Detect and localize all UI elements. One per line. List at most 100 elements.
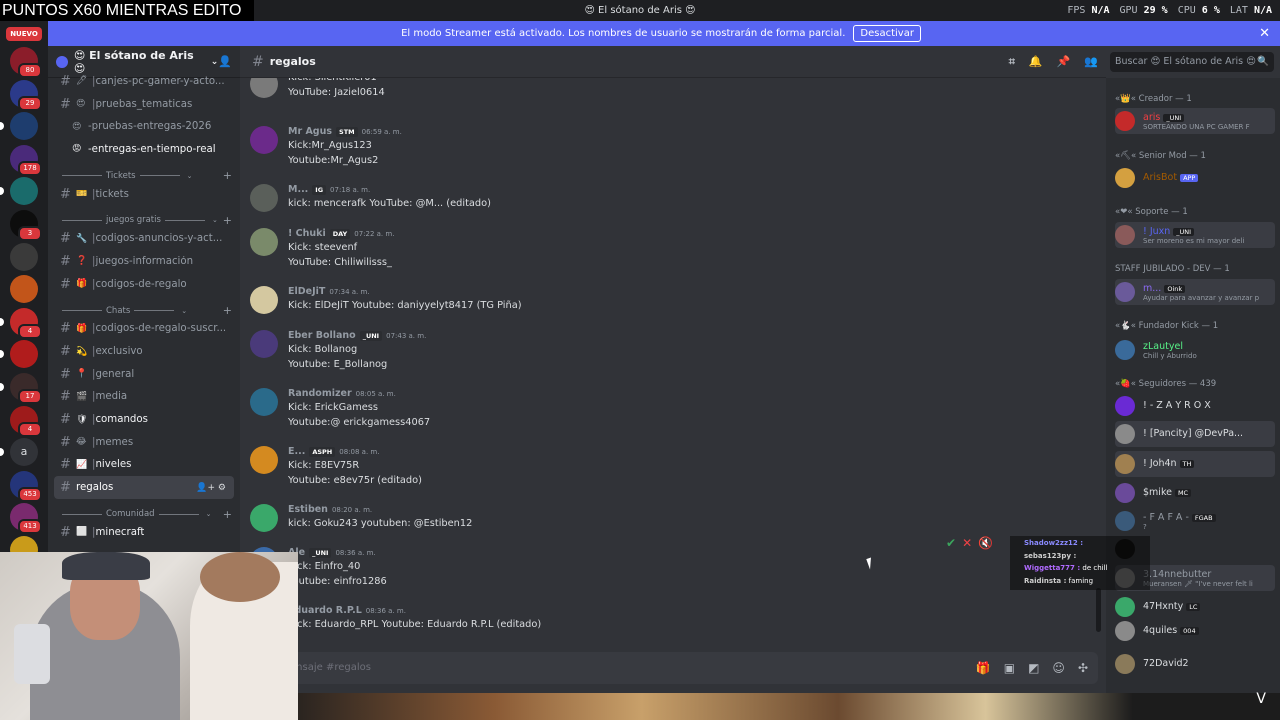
search-input[interactable]: Buscar 😍 El sótano de Aris 😍 🔍 bbox=[1110, 52, 1274, 72]
channel-juegos-informaci-n[interactable]: # ❓ | juegos-información bbox=[48, 250, 240, 273]
author-name[interactable]: Randomizer bbox=[288, 388, 352, 399]
server-icon[interactable]: 17 bbox=[0, 373, 42, 404]
avatar[interactable] bbox=[250, 78, 278, 98]
server-icon[interactable] bbox=[0, 340, 38, 369]
gift-icon[interactable]: 🎁 bbox=[976, 652, 991, 684]
add-channel-icon[interactable]: + bbox=[223, 214, 232, 227]
server-icon[interactable]: 178 bbox=[10, 144, 42, 176]
member-item[interactable]: zLautyel Chill y Aburrido bbox=[1115, 337, 1275, 363]
new-badge[interactable]: NUEVO bbox=[6, 27, 42, 41]
member-group-header: «🍓« Seguidores — 439 bbox=[1115, 379, 1217, 389]
category-chats[interactable]: Chats ⌄ + bbox=[48, 296, 240, 318]
author-name[interactable]: E... bbox=[288, 446, 305, 457]
emoji-icon[interactable]: ☺ bbox=[1052, 652, 1065, 684]
hash-icon: # bbox=[60, 412, 71, 428]
channel-minecraft[interactable]: # ⬜ | minecraft bbox=[48, 521, 240, 544]
deactivate-button[interactable]: Desactivar bbox=[853, 25, 921, 42]
member-item[interactable]: ! - Z A Y R O X bbox=[1115, 393, 1275, 419]
avatar[interactable] bbox=[250, 446, 278, 474]
server-icon[interactable]: 413 bbox=[10, 503, 42, 535]
channel-codigos-de-regalo[interactable]: # 🎁 | codigos-de-regalo bbox=[48, 273, 240, 296]
stream-chat-line: Shadow2zz12 : bbox=[1024, 539, 1146, 552]
avatar[interactable] bbox=[250, 330, 278, 358]
channel-settings-icon[interactable]: 👤+ ⚙ bbox=[196, 483, 226, 493]
channel-codigos-de-regalo-suscr[interactable]: # 🎁 | codigos-de-regalo-suscr... bbox=[48, 318, 240, 341]
author-name[interactable]: M... bbox=[288, 184, 308, 195]
scrollbar[interactable] bbox=[1096, 588, 1101, 632]
channel-tickets[interactable]: # 🎫 | tickets bbox=[48, 183, 240, 206]
server-icon[interactable] bbox=[10, 242, 38, 271]
avatar[interactable] bbox=[250, 184, 278, 212]
server-icon[interactable] bbox=[0, 177, 38, 206]
member-item[interactable]: 72David2 bbox=[1115, 651, 1275, 677]
add-channel-icon[interactable]: + bbox=[223, 508, 232, 521]
category-comunidad[interactable]: Comunidad ⌄ + bbox=[48, 499, 240, 521]
invite-icon[interactable]: 👤 bbox=[218, 55, 232, 68]
author-name[interactable]: ! Chuki bbox=[288, 228, 326, 239]
server-icon[interactable]: 4 bbox=[10, 405, 42, 437]
close-icon[interactable]: ✕ bbox=[1259, 26, 1270, 41]
server-icon[interactable]: 29 bbox=[10, 79, 42, 111]
channel-emoji-icon: 📈 bbox=[76, 459, 88, 470]
server-icon[interactable]: 3 bbox=[10, 210, 42, 241]
author-name[interactable]: Eduardo R.P.L bbox=[288, 605, 362, 616]
author-name[interactable]: Estiben bbox=[288, 504, 328, 515]
sticker-icon[interactable]: ◩ bbox=[1028, 652, 1039, 684]
avatar[interactable] bbox=[250, 228, 278, 256]
channel-regalos[interactable]: # regalos 👤+ ⚙ bbox=[54, 476, 234, 499]
server-icon[interactable]: a bbox=[0, 438, 38, 467]
member-item[interactable]: - F A F A - FGAB? bbox=[1115, 508, 1275, 534]
members-icon[interactable]: 👥 bbox=[1084, 55, 1098, 69]
member-item[interactable]: m... Oink Ayudar para avanzar y avanzar p bbox=[1115, 279, 1275, 305]
stream-chat-overlay: Shadow2zz12 : sebas123py : Wiggetta777 :… bbox=[1010, 536, 1150, 590]
channel-exclusivo[interactable]: # 💫 | exclusivo bbox=[48, 340, 240, 363]
avatar bbox=[1115, 597, 1135, 617]
author-name[interactable]: ElDeJiT bbox=[288, 286, 325, 297]
avatar[interactable] bbox=[250, 388, 278, 416]
member-item[interactable]: ! [Pancity] @DevPa... bbox=[1115, 421, 1275, 447]
author-name[interactable]: Eber Bollano bbox=[288, 330, 356, 341]
channel-memes[interactable]: # 😂 | memes bbox=[48, 431, 240, 454]
category-tickets[interactable]: Tickets ⌄ + bbox=[48, 161, 240, 183]
server-icon[interactable]: 453 bbox=[10, 470, 42, 502]
add-channel-icon[interactable]: + bbox=[223, 169, 232, 182]
hash-icon: # bbox=[60, 457, 71, 473]
member-item[interactable]: aris _UNI SORTEANDO UNA PC GAMER F bbox=[1115, 108, 1275, 134]
author-name[interactable]: Mr Agus bbox=[288, 126, 332, 137]
avatar[interactable] bbox=[250, 126, 278, 154]
channel-comandos[interactable]: # 🛡 | comandos bbox=[48, 408, 240, 431]
channel-emoji-icon: 💫 bbox=[76, 346, 88, 357]
channel-pruebas-entregas-2026[interactable]: 😍 -pruebas-entregas-2026 bbox=[48, 115, 240, 138]
message-composer[interactable]: ensaje #regalos 🎁 ▣ ◩ ☺ ✣ bbox=[248, 652, 1098, 684]
channel-pruebas-tematicas[interactable]: # 😍 | pruebas_tematicas bbox=[48, 93, 240, 116]
server-icon[interactable]: 4 bbox=[0, 307, 42, 339]
channel-media[interactable]: # 🎬 | media bbox=[48, 386, 240, 409]
avatar[interactable] bbox=[250, 504, 278, 532]
threads-icon[interactable]: ⌗ bbox=[1009, 55, 1015, 69]
server-icon[interactable]: 80 bbox=[10, 47, 42, 78]
channel-entregas-en-tiempo-real[interactable]: 😡 -entregas-en-tiempo-real bbox=[48, 138, 240, 161]
server-icon[interactable] bbox=[10, 275, 38, 304]
member-item[interactable]: 4quiles 004 bbox=[1115, 618, 1275, 644]
member-item[interactable]: ArisBot APP bbox=[1115, 165, 1275, 191]
window-title: 😍 El sótano de Aris 😍 bbox=[584, 5, 696, 16]
add-channel-icon[interactable]: + bbox=[223, 304, 232, 317]
avatar[interactable] bbox=[250, 286, 278, 314]
member-tag-badge: Oink bbox=[1164, 285, 1186, 293]
channel-general[interactable]: # 📍 | general bbox=[48, 363, 240, 386]
apps-icon[interactable]: ✣ bbox=[1078, 652, 1088, 684]
member-item[interactable]: $mike MC bbox=[1115, 480, 1275, 506]
channel-codigos-anuncios-y-act[interactable]: # 🔧 | codigos-anuncios-y-act... bbox=[48, 227, 240, 250]
channel-title: regalos bbox=[269, 55, 316, 68]
channel-niveles[interactable]: # 📈 | niveles bbox=[48, 454, 240, 477]
member-name-text: m... bbox=[1143, 283, 1162, 294]
member-item[interactable]: 47Hxnty LC bbox=[1115, 594, 1275, 620]
category-juegos-gratis[interactable]: juegos gratis ⌄ + bbox=[48, 205, 240, 227]
gif-icon[interactable]: ▣ bbox=[1004, 652, 1015, 684]
bell-icon[interactable]: 🔔 bbox=[1029, 55, 1043, 69]
member-item[interactable]: ! Juxn _UNI Ser moreno es mi mayor deli bbox=[1115, 222, 1275, 248]
server-icon[interactable] bbox=[0, 112, 38, 141]
member-item[interactable]: ! Joh4n TH bbox=[1115, 451, 1275, 477]
pin-icon[interactable]: 📌 bbox=[1057, 55, 1071, 69]
member-name-text: 3.14nnebutter bbox=[1143, 569, 1212, 580]
